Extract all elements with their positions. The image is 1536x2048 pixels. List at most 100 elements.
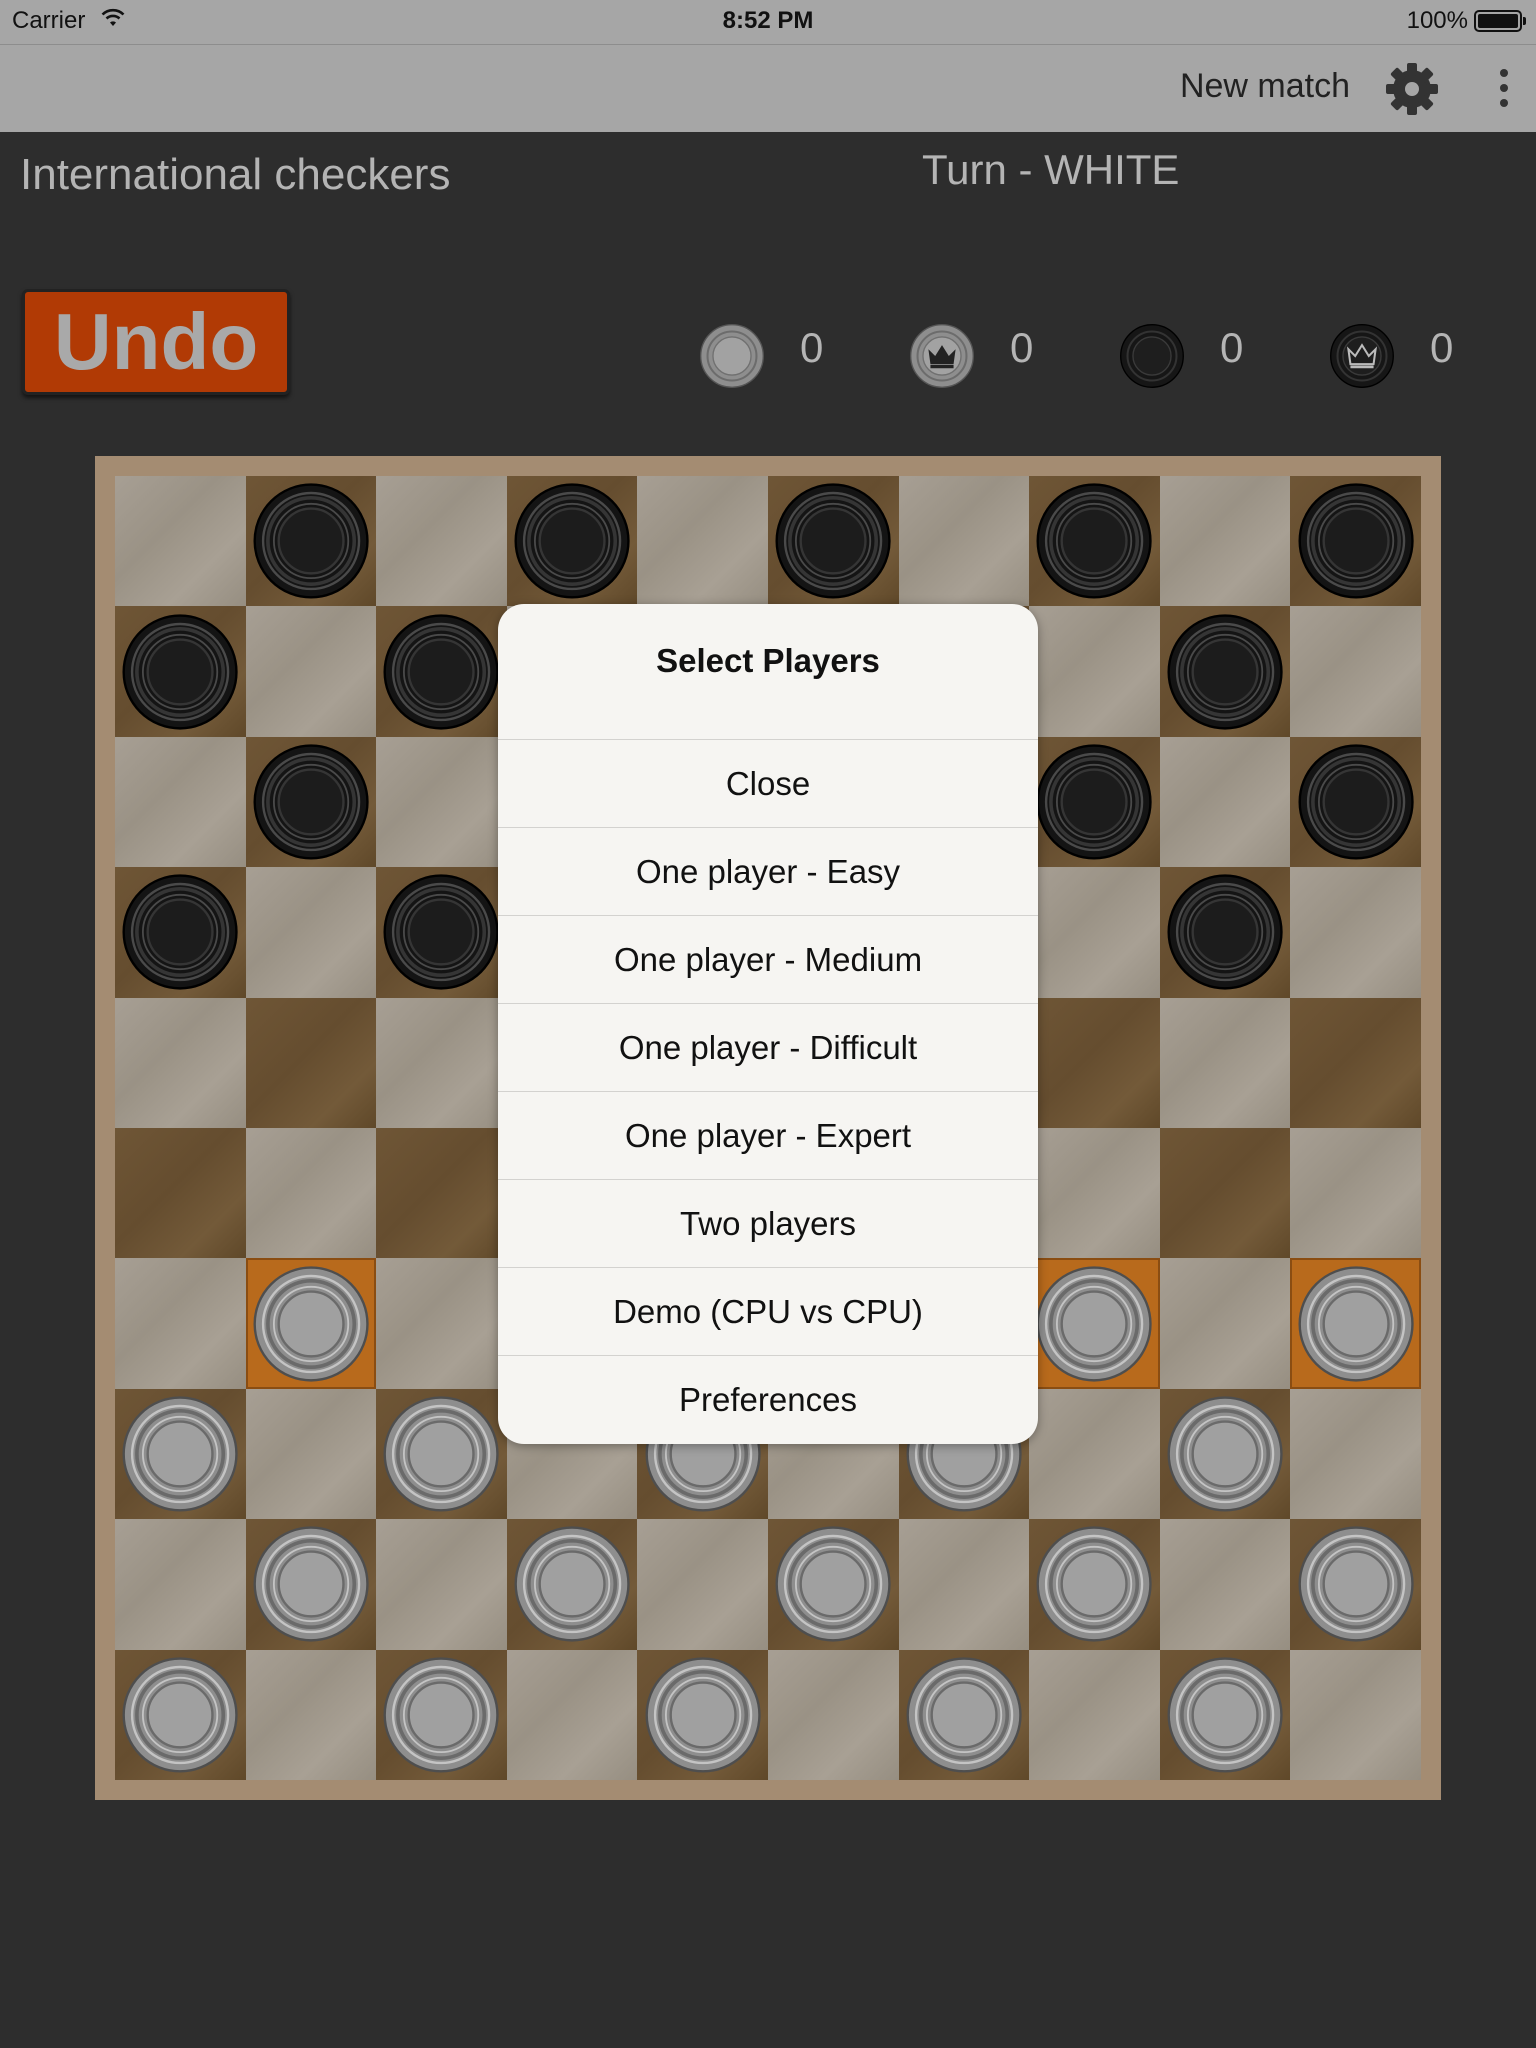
board-square[interactable] xyxy=(376,606,507,737)
board-square[interactable] xyxy=(506,1519,638,1650)
board-square[interactable] xyxy=(1029,736,1160,868)
board-square[interactable] xyxy=(245,1519,377,1650)
white-piece[interactable] xyxy=(251,1524,371,1644)
board-square[interactable] xyxy=(1290,736,1421,868)
board-square xyxy=(1159,476,1291,607)
two-players-option[interactable]: Two players xyxy=(498,1180,1038,1268)
one-player-easy-option[interactable]: One player - Easy xyxy=(498,828,1038,916)
black-piece[interactable] xyxy=(120,612,240,732)
black-piece[interactable] xyxy=(251,742,371,862)
one-player-expert-option[interactable]: One player - Expert xyxy=(498,1092,1038,1180)
board-square xyxy=(898,476,1030,607)
one-player-medium-option[interactable]: One player - Medium xyxy=(498,916,1038,1004)
board-square[interactable] xyxy=(1029,997,1160,1128)
board-square xyxy=(1290,1649,1421,1780)
board-square[interactable] xyxy=(245,476,377,607)
black-piece[interactable] xyxy=(1034,742,1154,862)
white-man-icon xyxy=(700,324,764,388)
black-piece[interactable] xyxy=(1296,742,1416,862)
white-piece[interactable] xyxy=(1034,1524,1154,1644)
board-square[interactable] xyxy=(376,1649,507,1780)
board-square[interactable] xyxy=(115,606,246,737)
board-square[interactable] xyxy=(1290,1519,1421,1650)
one-player-difficult-option[interactable]: One player - Difficult xyxy=(498,1004,1038,1092)
new-match-button[interactable]: New match xyxy=(1180,67,1350,106)
board-square xyxy=(1290,867,1421,998)
board-square[interactable] xyxy=(376,867,507,998)
black-piece[interactable] xyxy=(381,872,501,992)
black-piece[interactable] xyxy=(1165,872,1285,992)
captured-count: 0 xyxy=(1220,324,1244,371)
board-square xyxy=(115,1519,246,1650)
black-piece[interactable] xyxy=(1034,481,1154,601)
black-piece[interactable] xyxy=(512,481,632,601)
board-square[interactable] xyxy=(1159,606,1291,737)
black-piece[interactable] xyxy=(1296,481,1416,601)
preferences-option[interactable]: Preferences xyxy=(498,1356,1038,1444)
board-square[interactable] xyxy=(115,1127,246,1259)
board-square xyxy=(376,997,507,1128)
board-square[interactable] xyxy=(1029,1258,1160,1389)
board-square[interactable] xyxy=(1159,1127,1291,1259)
white-piece[interactable] xyxy=(773,1524,893,1644)
black-piece[interactable] xyxy=(381,612,501,732)
board-square xyxy=(1290,1127,1421,1259)
board-square[interactable] xyxy=(1029,476,1160,607)
board-square[interactable] xyxy=(1290,1258,1421,1389)
white-piece[interactable] xyxy=(120,1655,240,1775)
board-square[interactable] xyxy=(1159,1649,1291,1780)
demo-option[interactable]: Demo (CPU vs CPU) xyxy=(498,1268,1038,1356)
board-square[interactable] xyxy=(115,867,246,998)
captured-white-men: 0 xyxy=(698,322,878,392)
board-square[interactable] xyxy=(245,1258,377,1389)
board-square xyxy=(1290,1388,1421,1520)
white-piece[interactable] xyxy=(251,1264,371,1384)
board-square xyxy=(376,736,507,868)
board-square[interactable] xyxy=(768,476,899,607)
board-square[interactable] xyxy=(376,1127,507,1259)
board-square xyxy=(637,476,768,607)
close-button[interactable]: Close xyxy=(498,740,1038,828)
board-square xyxy=(115,1258,246,1389)
white-piece[interactable] xyxy=(1165,1655,1285,1775)
white-piece[interactable] xyxy=(512,1524,632,1644)
board-square[interactable] xyxy=(115,1388,246,1520)
board-square xyxy=(245,1127,377,1259)
board-square[interactable] xyxy=(1029,1519,1160,1650)
board-square xyxy=(376,1519,507,1650)
black-piece[interactable] xyxy=(773,481,893,601)
white-piece[interactable] xyxy=(1034,1264,1154,1384)
board-square xyxy=(115,736,246,868)
white-piece[interactable] xyxy=(381,1655,501,1775)
board-square[interactable] xyxy=(376,1388,507,1520)
battery-percent: 100% xyxy=(1406,7,1468,34)
board-square[interactable] xyxy=(245,997,377,1128)
board-square[interactable] xyxy=(768,1519,899,1650)
board-square xyxy=(1029,1649,1160,1780)
white-piece[interactable] xyxy=(1165,1394,1285,1514)
white-piece[interactable] xyxy=(643,1655,763,1775)
white-piece[interactable] xyxy=(1296,1264,1416,1384)
captured-count: 0 xyxy=(1430,324,1454,371)
white-piece[interactable] xyxy=(120,1394,240,1514)
white-piece[interactable] xyxy=(1296,1524,1416,1644)
black-piece[interactable] xyxy=(251,481,371,601)
more-vertical-icon[interactable] xyxy=(1496,65,1512,113)
board-square[interactable] xyxy=(1290,997,1421,1128)
board-square[interactable] xyxy=(1290,476,1421,607)
board-square[interactable] xyxy=(1159,1388,1291,1520)
gear-icon[interactable] xyxy=(1382,59,1442,119)
board-square xyxy=(376,476,507,607)
undo-button[interactable]: Undo xyxy=(22,289,290,395)
board-square[interactable] xyxy=(1159,867,1291,998)
black-piece[interactable] xyxy=(120,872,240,992)
board-square xyxy=(768,1649,899,1780)
black-piece[interactable] xyxy=(1165,612,1285,732)
board-square[interactable] xyxy=(506,476,638,607)
board-square[interactable] xyxy=(115,1649,246,1780)
board-square[interactable] xyxy=(637,1649,768,1780)
board-square[interactable] xyxy=(245,736,377,868)
white-piece[interactable] xyxy=(904,1655,1024,1775)
board-square[interactable] xyxy=(898,1649,1030,1780)
white-piece[interactable] xyxy=(381,1394,501,1514)
